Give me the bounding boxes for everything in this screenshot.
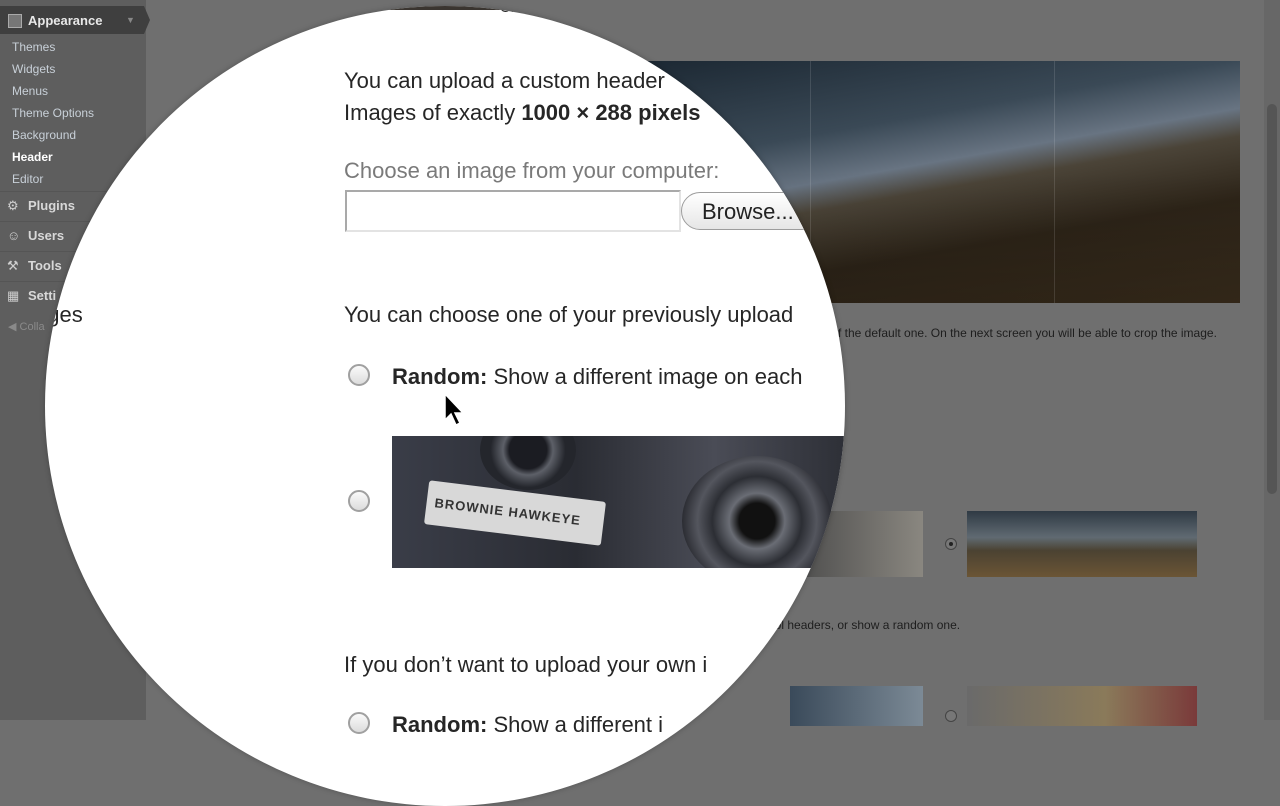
menu-appearance-label: Appearance bbox=[28, 13, 103, 28]
uploaded-header-thumb-camera[interactable]: BROWNIE HAWKEYE bbox=[392, 436, 845, 568]
image-size-text: Images of exactly 1000 × 288 pixels bbox=[344, 100, 701, 126]
users-icon: ☺ bbox=[7, 228, 21, 243]
random-option-desc: Show a different image on each bbox=[487, 364, 803, 389]
menu-appearance[interactable]: Appearance ▼ bbox=[0, 6, 150, 34]
default-images-text: ool headers, or show a random one. bbox=[768, 618, 961, 632]
collapse-menu[interactable]: ◀ Colla bbox=[8, 320, 45, 333]
menu-tools-label: Tools bbox=[28, 258, 62, 273]
header-caption: Old School Photography bbox=[500, 6, 652, 15]
random-default-desc: Show a different i bbox=[487, 712, 664, 737]
camera-nameplate: BROWNIE HAWKEYE bbox=[423, 480, 607, 546]
default-header-radio-selected[interactable] bbox=[945, 538, 957, 550]
scrollbar[interactable] bbox=[1264, 0, 1280, 720]
scrollbar-thumb[interactable] bbox=[1267, 104, 1277, 494]
settings-icon: ▦ bbox=[7, 288, 20, 303]
camera-viewfinder bbox=[480, 436, 576, 490]
submenu-themes[interactable]: Themes bbox=[12, 40, 55, 54]
image-size-prefix: Images of exactly bbox=[344, 100, 522, 125]
default-header-thumb-landscape[interactable] bbox=[967, 511, 1197, 577]
menu-settings-label: Setti bbox=[28, 288, 57, 303]
choose-image-label: Choose an image from your computer: bbox=[344, 158, 720, 183]
file-path-input[interactable] bbox=[345, 190, 681, 232]
previous-uploads-text: You can choose one of your previously up… bbox=[344, 302, 794, 327]
chevron-down-icon[interactable]: ▼ bbox=[126, 15, 135, 25]
submenu-widgets[interactable]: Widgets bbox=[12, 62, 55, 76]
random-option-text: Random: Show a different image on each bbox=[392, 364, 802, 390]
camera-lens bbox=[682, 456, 832, 568]
submenu-theme-options[interactable]: Theme Options bbox=[12, 106, 94, 120]
menu-plugins-label: Plugins bbox=[28, 198, 75, 213]
default-images-intro-text: If you don’t want to upload your own i bbox=[344, 652, 708, 677]
random-radio[interactable] bbox=[348, 364, 370, 386]
default-header-radio[interactable] bbox=[945, 710, 957, 722]
zoom-magnifier: Old School Photography You can upload a … bbox=[45, 6, 845, 806]
submenu-background[interactable]: Background bbox=[12, 128, 76, 142]
section-heading-partial: ages bbox=[45, 302, 83, 327]
image-size-dimensions: 1000 × 288 pixels bbox=[521, 100, 701, 125]
random-default-radio[interactable] bbox=[348, 712, 370, 734]
menu-users-label: Users bbox=[28, 228, 65, 243]
submenu-menus[interactable]: Menus bbox=[12, 84, 48, 98]
upload-instructions-text: f the default one. On the next screen yo… bbox=[838, 326, 1217, 340]
mouse-pointer-icon bbox=[444, 392, 465, 427]
collapse-label: Colla bbox=[19, 321, 45, 333]
upload-intro-text: You can upload a custom header bbox=[344, 68, 665, 93]
submenu-editor[interactable]: Editor bbox=[12, 172, 43, 186]
tools-icon: ⚒ bbox=[7, 258, 19, 273]
random-default-text: Random: Show a different i bbox=[392, 712, 663, 738]
plug-icon: ⚙ bbox=[7, 198, 19, 213]
image-seam bbox=[1054, 61, 1055, 303]
browse-button[interactable]: Browse... bbox=[681, 192, 821, 230]
random-default-label: Random: bbox=[392, 712, 488, 737]
default-header-thumb-tram[interactable] bbox=[967, 686, 1197, 726]
default-header-thumb-coast[interactable] bbox=[790, 686, 923, 726]
uploaded-image-radio[interactable] bbox=[348, 490, 370, 512]
random-option-label: Random: bbox=[392, 364, 488, 389]
appearance-icon bbox=[8, 14, 22, 28]
collapse-icon: ◀ bbox=[8, 321, 17, 333]
submenu-header[interactable]: Header bbox=[12, 150, 53, 164]
